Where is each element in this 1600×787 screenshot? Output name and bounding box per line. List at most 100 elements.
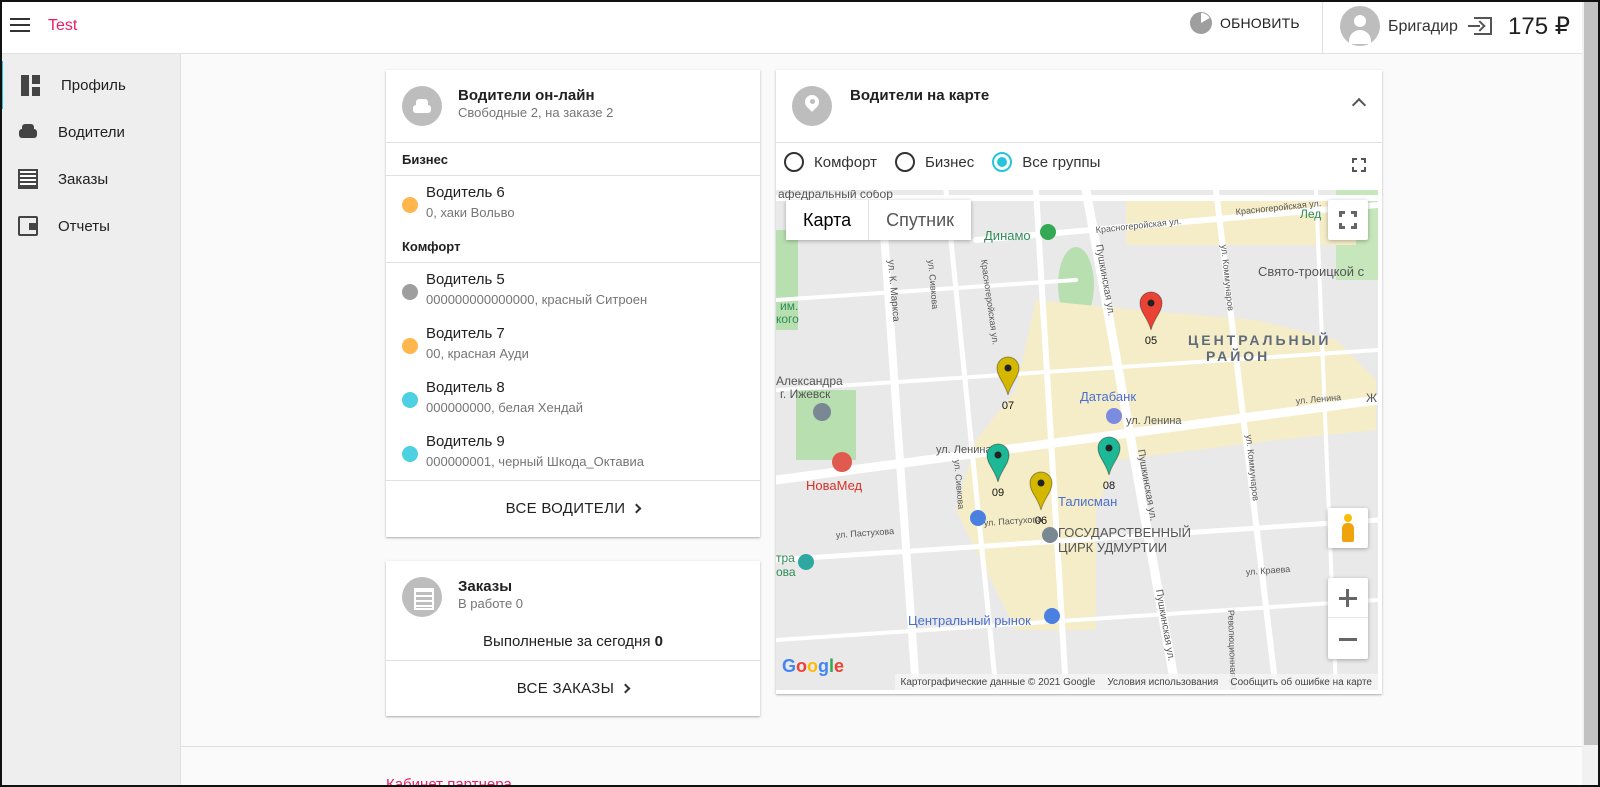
zoom-out-button[interactable]: [1328, 619, 1368, 659]
menu-icon[interactable]: [10, 18, 30, 34]
sidebar-item-reports[interactable]: Отчеты: [0, 202, 181, 250]
attribution-data: Картографические данные © 2021 Google: [900, 676, 1096, 688]
app-title[interactable]: Test: [48, 17, 77, 35]
map-pin-dot: [1147, 299, 1155, 307]
chevron-right-icon: [620, 683, 631, 694]
drivers-online-card: Водители он-лайн Свободные 2, на заказе …: [386, 70, 760, 537]
avatar[interactable]: [1340, 6, 1380, 46]
sidebar-item-label: Водители: [58, 123, 125, 141]
driver-name: Водитель 7: [426, 325, 505, 342]
zoom-in-button[interactable]: [1328, 578, 1368, 618]
car-icon: [18, 122, 38, 142]
filter-comfort-radio[interactable]: Комфорт: [784, 152, 877, 172]
driver-info: 0, хаки Вольво: [426, 205, 515, 220]
poi-dinamo: Динамо: [984, 228, 1031, 243]
location-pin-icon: [792, 86, 832, 126]
done-today-label: Выполненые за сегодня: [483, 633, 651, 650]
all-orders-button[interactable]: ВСЕ ЗАКАЗЫ: [386, 680, 760, 697]
poi-partial: Ж: [1366, 391, 1377, 405]
poi-park: кого: [776, 312, 799, 326]
poi-marker: [798, 554, 814, 570]
poi-market: Центральный рынок: [908, 613, 1031, 628]
map-canvas: ЦЕНТРАЛЬНЫЙ РАЙОН Динамо Датабанк ул. Ле…: [776, 190, 1378, 690]
map-pin-dot: [1004, 364, 1012, 372]
poi-park: им.: [780, 299, 798, 313]
driver-marker-label: 09: [992, 487, 1004, 499]
driver-list-item[interactable]: Водитель 6 0, хаки Вольво: [386, 175, 760, 225]
radio-label: Все группы: [1022, 153, 1101, 171]
district-label: РАЙОН: [1206, 347, 1270, 364]
group-label-business: Бизнес: [402, 152, 448, 167]
list-icon: [18, 169, 38, 189]
driver-list-item[interactable]: Водитель 8 000000000, белая Хендай: [386, 370, 760, 420]
status-dot: [402, 197, 418, 213]
chevron-up-icon[interactable]: [1351, 97, 1367, 113]
chevron-right-icon: [631, 503, 642, 514]
map-attribution: Картографические данные © 2021 Google Ус…: [894, 674, 1378, 690]
scrollbar-thumb[interactable]: [1584, 0, 1598, 745]
zoom-control: [1328, 578, 1368, 659]
driver-name: Водитель 6: [426, 184, 505, 201]
poi-marker: [832, 452, 852, 472]
poi-marker: [1042, 527, 1058, 543]
map[interactable]: ЦЕНТРАЛЬНЫЙ РАЙОН Динамо Датабанк ул. Ле…: [776, 190, 1378, 690]
card-title: Водители на карте: [850, 87, 990, 104]
divider: [386, 480, 760, 481]
map-type-toggle: Карта Спутник: [786, 200, 972, 240]
poi-cathedral: Свято-троицкой с: [1258, 264, 1365, 279]
driver-marker-label: 05: [1145, 335, 1157, 347]
driver-info: 000000000, белая Хендай: [426, 400, 584, 415]
driver-name: Водитель 9: [426, 433, 505, 450]
poi-talisman: Талисман: [1058, 494, 1117, 509]
driver-list-item[interactable]: Водитель 9 000000001, черный Шкода_Октав…: [386, 424, 760, 474]
sidebar-item-label: Заказы: [58, 170, 109, 188]
drivers-map-card: Водители на карте Комфорт Бизнес Все гру…: [776, 70, 1382, 694]
map-type-map[interactable]: Карта: [786, 200, 870, 240]
status-dot: [402, 284, 418, 300]
scrollbar[interactable]: [1582, 0, 1600, 787]
footer-divider: [181, 746, 1582, 747]
driver-marker-label: 08: [1103, 480, 1115, 492]
refresh-button[interactable]: ОБНОВИТЬ: [1190, 12, 1300, 34]
footer-link[interactable]: Кабинет партнера: [386, 776, 512, 787]
fullscreen-icon[interactable]: [1352, 158, 1366, 172]
driver-name: Водитель 8: [426, 379, 505, 396]
driver-marker-label: 06: [1035, 515, 1047, 527]
user-name[interactable]: Бригадир: [1388, 18, 1458, 36]
car-icon: [402, 86, 442, 126]
radio-label: Бизнес: [924, 153, 975, 171]
group-filter: Комфорт Бизнес Все группы: [784, 152, 1118, 172]
all-drivers-button[interactable]: ВСЕ ВОДИТЕЛИ: [386, 500, 760, 517]
radio-label: Комфорт: [814, 153, 877, 171]
map-type-satellite[interactable]: Спутник: [869, 200, 971, 240]
map-pin-dot: [1037, 479, 1045, 487]
poi-marker: [1040, 224, 1056, 240]
filter-business-radio[interactable]: Бизнес: [894, 152, 975, 172]
poi-marker: [813, 403, 831, 421]
done-today: Выполненые за сегодня 0: [386, 633, 760, 650]
report-error-link[interactable]: Сообщить об ошибке на карте: [1230, 677, 1372, 688]
driver-list-item[interactable]: Водитель 5 000000000000000, красный Ситр…: [386, 262, 760, 312]
logout-icon[interactable]: [1468, 17, 1492, 35]
sidebar-item-orders[interactable]: Заказы: [0, 155, 181, 203]
poi-marker: [1044, 608, 1060, 624]
radio-circle: [992, 152, 1013, 172]
dashboard-icon: [21, 75, 41, 96]
poi-databank: Датабанк: [1080, 389, 1136, 404]
filter-all-groups-radio[interactable]: Все группы: [992, 152, 1100, 172]
driver-info: 000000000000000, красный Ситроен: [426, 292, 648, 307]
all-drivers-label: ВСЕ ВОДИТЕЛИ: [505, 500, 626, 517]
status-dot: [402, 446, 418, 462]
street-view-pegman[interactable]: [1328, 508, 1368, 548]
radio-circle: [894, 152, 915, 172]
sidebar-item-drivers[interactable]: Водители: [0, 108, 181, 156]
driver-list-item[interactable]: Водитель 7 00, красная Ауди: [386, 316, 760, 366]
map-fullscreen-button[interactable]: [1328, 200, 1368, 240]
sidebar-item-profile[interactable]: Профиль: [0, 61, 181, 109]
sidebar: Профиль Водители Заказы Отчеты: [0, 54, 181, 787]
card-subtitle: Свободные 2, на заказе 2: [458, 105, 614, 120]
divider: [386, 660, 760, 661]
terms-link[interactable]: Условия использования: [1107, 677, 1218, 688]
driver-marker-label: 07: [1002, 400, 1014, 412]
